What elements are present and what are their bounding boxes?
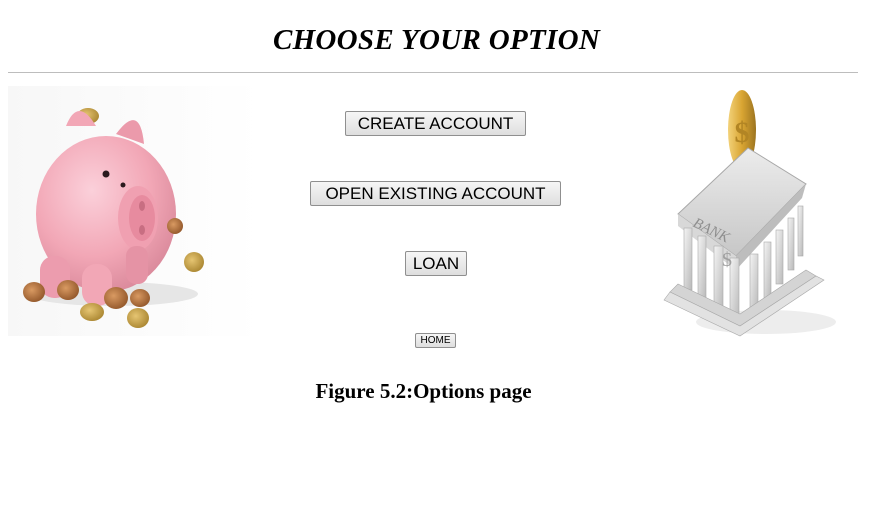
title-divider <box>8 72 858 73</box>
page-title: CHOOSE YOUR OPTION <box>272 24 601 56</box>
piggy-bank-image <box>8 86 260 336</box>
bank-dollar-text: $ <box>722 249 732 271</box>
open-existing-account-button[interactable]: OPEN EXISTING ACCOUNT <box>310 181 561 206</box>
bank-building-image: $ BANK $ <box>663 90 836 337</box>
coin-dollar-text: $ <box>735 116 750 149</box>
figure-caption: Figure 5.2:Options page <box>315 379 532 403</box>
home-button[interactable]: HOME <box>415 333 456 348</box>
loan-button[interactable]: LOAN <box>405 251 467 276</box>
create-account-button[interactable]: CREATE ACCOUNT <box>345 111 526 136</box>
